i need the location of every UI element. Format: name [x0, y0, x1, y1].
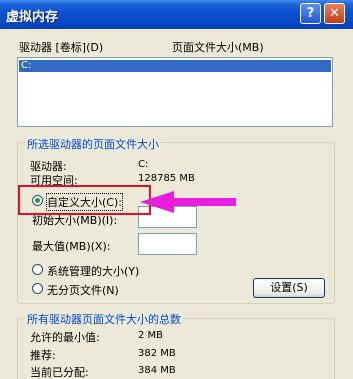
- drive-value: C:: [138, 159, 149, 170]
- annotation-arrow-icon: [140, 191, 236, 213]
- recommended-label: 推荐:: [30, 349, 56, 362]
- window-title: 虚拟内存: [6, 10, 59, 25]
- min-allowed-value: 2 MB: [138, 330, 164, 341]
- drive-list[interactable]: C:: [17, 57, 333, 127]
- current-allocated-label: 当前已分配:: [30, 366, 89, 379]
- system-managed-radio[interactable]: [32, 264, 43, 275]
- help-button[interactable]: ?: [300, 3, 321, 24]
- title-bar[interactable]: 虚拟内存 ? ✕: [0, 0, 353, 29]
- set-button[interactable]: 设置(S): [253, 278, 325, 298]
- min-allowed-label: 允许的最小值:: [30, 331, 100, 344]
- max-size-label: 最大值(MB)(X):: [32, 240, 111, 253]
- free-space-value: 128785 MB: [138, 173, 195, 184]
- annotation-highlight-box: [18, 185, 151, 215]
- no-pagefile-label[interactable]: 无分页文件(N): [47, 282, 119, 298]
- pagefile-column-header: 页面文件大小(MB): [172, 41, 264, 54]
- totals-group-title: 所有驱动器页面文件大小的总数: [25, 311, 183, 327]
- max-size-input[interactable]: [138, 233, 197, 255]
- drive-column-header: 驱动器 [卷标](D): [19, 41, 104, 54]
- selected-drive-group-title: 所选驱动器的页面文件大小: [25, 136, 161, 152]
- current-allocated-value: 384 MB: [138, 365, 176, 376]
- drive-row-selected[interactable]: C:: [19, 60, 331, 72]
- close-button[interactable]: ✕: [324, 3, 345, 24]
- recommended-value: 382 MB: [138, 348, 176, 359]
- drive-row-label: C:: [21, 60, 32, 71]
- no-pagefile-radio[interactable]: [32, 283, 43, 294]
- system-managed-label[interactable]: 系统管理的大小(Y): [47, 263, 139, 279]
- virtual-memory-dialog: 虚拟内存 ? ✕ 驱动器 [卷标](D) 页面文件大小(MB) C: 所选驱动器…: [0, 0, 353, 379]
